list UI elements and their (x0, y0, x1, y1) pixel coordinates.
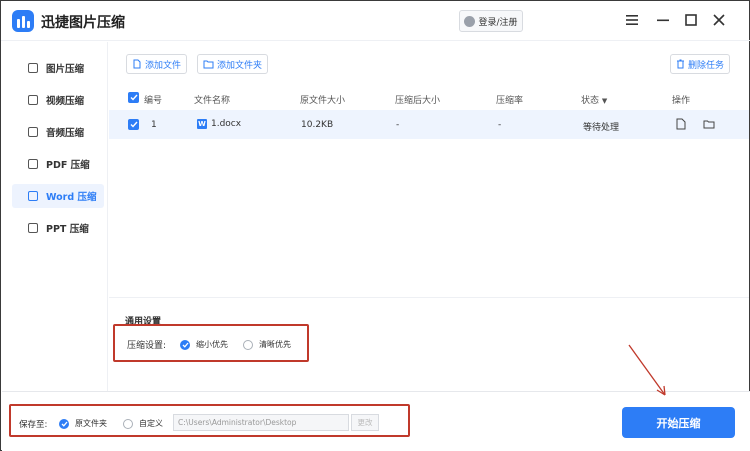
caret-down-icon: ▼ (601, 97, 608, 105)
add-file-button[interactable]: 添加文件 (126, 54, 188, 74)
sidebar: 图片压缩 视频压缩 音频压缩 PDF 压缩 Word 压缩 PPT 压缩 (2, 42, 108, 391)
sidebar-item-video[interactable]: 视频压缩 (12, 88, 104, 112)
header-status[interactable]: 状态 ▼ (581, 93, 607, 106)
image-icon (28, 63, 38, 73)
header-compressed-size: 压缩后大小 (395, 96, 441, 106)
option-clear-first-label: 清晰优先 (259, 340, 291, 349)
sidebar-item-label: PDF 压缩 (46, 160, 90, 171)
option-original-folder-label: 原文件夹 (75, 419, 107, 428)
app-title: 迅捷图片压缩 (41, 15, 125, 31)
minimize-icon[interactable] (655, 12, 671, 28)
header-original-size: 原文件大小 (300, 96, 346, 106)
header-ratio: 压缩率 (496, 96, 524, 106)
login-label: 登录/注册 (478, 17, 518, 28)
audio-icon (28, 127, 38, 137)
app-logo-icon (12, 10, 34, 32)
sidebar-item-label: 图片压缩 (46, 64, 85, 75)
ppt-icon (28, 223, 38, 233)
video-icon (28, 95, 38, 105)
add-file-label: 添加文件 (145, 60, 182, 71)
maximize-icon[interactable] (683, 12, 699, 28)
title-bar: 迅捷图片压缩 登录/注册 (1, 1, 750, 41)
row-checkbox[interactable] (128, 119, 139, 130)
option-original-folder[interactable]: 原文件夹 (59, 418, 107, 429)
user-icon (464, 15, 476, 27)
compress-settings-label: 压缩设置: (127, 341, 167, 351)
radio-checked-icon (59, 418, 69, 429)
radio-checked-icon (180, 339, 190, 350)
add-folder-button[interactable]: 添加文件夹 (197, 54, 269, 74)
header-index: 编号 (144, 96, 163, 106)
sidebar-item-label: Word 压缩 (46, 192, 97, 203)
delete-task-label: 删除任务 (688, 60, 725, 71)
table-row[interactable]: 1 W 1.docx 10.2KB - - 等待处理 (109, 110, 749, 139)
change-path-button[interactable]: 更改 (351, 414, 379, 431)
annotation-arrow-icon (628, 344, 666, 396)
save-path-input[interactable]: C:\Users\Administrator\Desktop (173, 414, 349, 431)
option-custom-label: 自定义 (139, 419, 163, 428)
open-file-icon[interactable] (676, 118, 686, 133)
start-compress-button[interactable]: 开始压缩 (622, 407, 735, 438)
close-icon[interactable] (711, 12, 727, 28)
row-index: 1 (151, 120, 157, 130)
sidebar-item-audio[interactable]: 音频压缩 (12, 120, 104, 144)
add-file-icon (133, 59, 141, 69)
row-file-name-label: 1.docx (211, 119, 242, 129)
app-window: 迅捷图片压缩 登录/注册 图片压缩 视频压缩 音频压缩 PDF 压缩 Word … (0, 0, 750, 451)
row-ratio: - (498, 120, 502, 130)
select-all-checkbox[interactable] (128, 92, 139, 103)
word-icon (28, 191, 38, 201)
radio-unchecked-icon (243, 339, 253, 350)
header-name: 文件名称 (194, 96, 231, 106)
option-small-first-label: 缩小优先 (196, 340, 228, 349)
header-status-label: 状态 (581, 96, 600, 106)
word-file-icon: W (197, 119, 207, 129)
login-button[interactable]: 登录/注册 (459, 10, 523, 32)
row-file-name: W 1.docx (197, 119, 241, 129)
sidebar-item-label: PPT 压缩 (46, 224, 89, 235)
row-status: 等待处理 (583, 123, 620, 133)
menu-icon[interactable] (624, 12, 640, 28)
sidebar-item-pdf[interactable]: PDF 压缩 (12, 152, 104, 176)
table-header: 编号 文件名称 原文件大小 压缩后大小 压缩率 状态 ▼ 操作 (109, 87, 749, 107)
add-folder-label: 添加文件夹 (217, 60, 263, 71)
option-clear-first[interactable]: 清晰优先 (243, 339, 291, 350)
pdf-icon (28, 159, 38, 169)
open-folder-icon[interactable] (703, 119, 715, 132)
header-actions: 操作 (672, 96, 691, 106)
sidebar-item-image[interactable]: 图片压缩 (12, 56, 104, 80)
option-small-first[interactable]: 缩小优先 (180, 339, 228, 350)
sidebar-item-label: 音频压缩 (46, 128, 85, 139)
sidebar-item-word[interactable]: Word 压缩 (12, 184, 104, 208)
option-custom[interactable]: 自定义 (123, 418, 163, 429)
settings-divider (109, 297, 749, 298)
row-compressed-size: - (396, 120, 400, 130)
radio-unchecked-icon (123, 418, 133, 429)
save-to-label: 保存至: (19, 420, 48, 430)
delete-task-button[interactable]: 删除任务 (670, 54, 731, 74)
sidebar-item-label: 视频压缩 (46, 96, 85, 107)
sidebar-item-ppt[interactable]: PPT 压缩 (12, 216, 104, 240)
trash-icon (677, 59, 684, 69)
folder-icon (203, 60, 214, 69)
row-original-size: 10.2KB (301, 120, 334, 130)
